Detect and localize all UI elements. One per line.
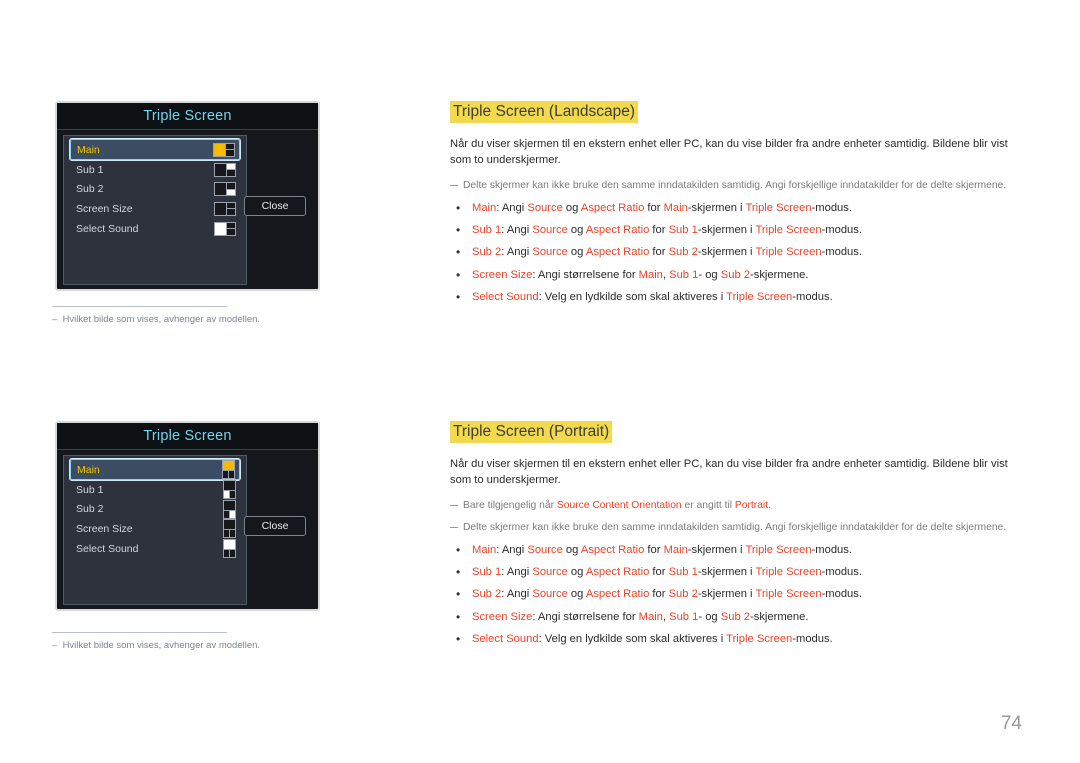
icon-cell-sub1 [226, 143, 234, 149]
close-button-landscape[interactable]: Close [244, 196, 306, 216]
divider [52, 306, 227, 307]
layout-main-highlighted-icon [222, 460, 235, 479]
osd-row-label: Sub 2 [76, 183, 104, 196]
icon-cell-sub1 [224, 510, 229, 518]
list-item-sub2: Sub 2: Angi Source og Aspect Ratio for S… [450, 244, 1012, 261]
icon-cell-sub1 [224, 491, 229, 499]
osd-menu-list-landscape: Main Sub 1 Sub 2 Screen Size Select Soun… [63, 135, 247, 285]
osd-row-sub1-portrait[interactable]: Sub 1 [70, 480, 240, 500]
icon-cell-sub1 [227, 183, 235, 189]
osd-row-label: Main [77, 463, 100, 476]
layout-screen-size-icon [223, 519, 236, 539]
page-title-landscape: Triple Screen (Landscape) [450, 101, 639, 124]
icon-cell-main [215, 202, 226, 215]
osd-row-label: Sub 2 [76, 503, 104, 516]
list-item-main: Main: Angi Source og Aspect Ratio for Ma… [450, 542, 1012, 559]
osd-row-main-portrait[interactable]: Main [69, 458, 241, 481]
icon-cell-sub2 [227, 170, 235, 176]
section-note-portrait-shared-source: Delte skjermer kan ikke bruke den samme … [450, 521, 1012, 536]
osd-row-main-landscape[interactable]: Main [69, 138, 241, 161]
osd-row-label: Select Sound [76, 222, 139, 235]
osd-dialog-landscape: Triple Screen Main Sub 1 Sub 2 Screen Si… [55, 101, 320, 291]
layout-sub1-highlighted-icon [214, 162, 236, 177]
osd-row-label: Select Sound [76, 542, 139, 555]
layout-screen-size-icon [214, 201, 236, 216]
osd-row-screen-size-landscape[interactable]: Screen Size [70, 199, 240, 219]
icon-cell-sub2 [227, 209, 235, 215]
figure-note-text: – Hvilket bilde som vises, avhenger av m… [52, 314, 261, 325]
osd-row-sub1-landscape[interactable]: Sub 1 [70, 160, 240, 180]
section-intro-landscape: Når du viser skjermen til en ekstern enh… [450, 138, 1008, 167]
icon-cell-main [215, 222, 226, 235]
figure-note-text: – Hvilket bilde som vises, avhenger av m… [52, 640, 261, 651]
list-item-screen-size: Screen Size: Angi størrelsene for Main, … [450, 609, 1012, 626]
section-intro-portrait: Når du viser skjermen til en ekstern enh… [450, 458, 1008, 487]
list-item-main: Main: Angi Source og Aspect Ratio for Ma… [450, 200, 1012, 217]
list-item-select-sound: Select Sound: Velg en lydkilde som skal … [450, 631, 1012, 648]
icon-cell-main [223, 461, 234, 470]
icon-cell-sub2 [227, 189, 235, 196]
section-note-portrait-availability: Bare tilgjengelig når Source Content Ori… [450, 499, 1012, 514]
layout-select-sound-icon [214, 221, 236, 236]
icon-cell-sub2 [230, 491, 235, 499]
osd-row-label: Screen Size [76, 202, 133, 215]
icon-cell-main [215, 163, 226, 176]
settings-list-landscape: Main: Angi Source og Aspect Ratio for Ma… [450, 200, 1012, 306]
osd-title-portrait: Triple Screen [57, 423, 318, 450]
osd-row-label: Sub 1 [76, 163, 104, 176]
icon-cell-main [224, 481, 235, 491]
icon-cell-sub2 [226, 150, 234, 156]
osd-body-landscape: Main Sub 1 Sub 2 Screen Size Select Soun… [57, 130, 318, 289]
list-item-sub1: Sub 1: Angi Source og Aspect Ratio for S… [450, 222, 1012, 239]
layout-sub1-highlighted-icon [223, 480, 236, 500]
divider [52, 632, 227, 633]
icon-cell-sub1 [224, 550, 229, 558]
osd-row-label: Main [77, 143, 100, 156]
list-item-select-sound: Select Sound: Velg en lydkilde som skal … [450, 289, 1012, 306]
close-button-portrait[interactable]: Close [244, 516, 306, 536]
osd-row-sub2-portrait[interactable]: Sub 2 [70, 499, 240, 520]
icon-cell-main [215, 183, 226, 196]
osd-body-portrait: Main Sub 1 Sub 2 Screen Size Select Soun… [57, 450, 318, 609]
section-landscape: Triple Screen (Landscape) Når du viser s… [450, 101, 1012, 312]
osd-dialog-portrait: Triple Screen Main Sub 1 Sub 2 Screen Si… [55, 421, 320, 611]
osd-menu-list-portrait: Main Sub 1 Sub 2 Screen Size Select Soun… [63, 455, 247, 605]
icon-cell-sub1 [227, 202, 235, 209]
list-item-screen-size: Screen Size: Angi størrelsene for Main, … [450, 267, 1012, 284]
icon-cell-sub2 [227, 229, 235, 235]
section-note-landscape: Delte skjermer kan ikke bruke den samme … [450, 179, 1012, 194]
icon-cell-main [214, 143, 225, 156]
osd-row-select-sound-landscape[interactable]: Select Sound [70, 219, 240, 239]
figure-note-landscape: – Hvilket bilde som vises, avhenger av m… [52, 306, 352, 325]
page-title-portrait: Triple Screen (Portrait) [450, 421, 613, 444]
icon-cell-main [224, 500, 235, 510]
settings-list-portrait: Main: Angi Source og Aspect Ratio for Ma… [450, 542, 1012, 648]
osd-row-screen-size-portrait[interactable]: Screen Size [70, 519, 240, 539]
osd-row-label: Sub 1 [76, 483, 104, 496]
figure-note-portrait: – Hvilket bilde som vises, avhenger av m… [52, 632, 352, 651]
icon-cell-sub1 [224, 530, 229, 538]
icon-cell-sub2 [230, 530, 235, 538]
page-number: 74 [1000, 713, 1022, 734]
icon-cell-sub1 [227, 222, 235, 229]
osd-title-landscape: Triple Screen [57, 103, 318, 130]
section-portrait: Triple Screen (Portrait) Når du viser sk… [450, 421, 1012, 654]
layout-sub2-highlighted-icon [223, 499, 236, 519]
manual-page: Triple Screen Main Sub 1 Sub 2 Screen Si… [0, 0, 1080, 763]
icon-cell-sub1 [227, 163, 235, 170]
icon-cell-sub2 [230, 510, 235, 518]
layout-main-highlighted-icon [213, 142, 235, 157]
osd-row-sub2-landscape[interactable]: Sub 2 [70, 180, 240, 200]
list-item-sub1: Sub 1: Angi Source og Aspect Ratio for S… [450, 564, 1012, 581]
icon-cell-sub2 [229, 471, 234, 478]
icon-cell-sub2 [230, 550, 235, 558]
icon-cell-main [224, 520, 235, 530]
osd-row-label: Screen Size [76, 522, 133, 535]
list-item-sub2: Sub 2: Angi Source og Aspect Ratio for S… [450, 586, 1012, 603]
icon-cell-sub1 [223, 471, 228, 478]
layout-select-sound-icon [223, 539, 236, 559]
icon-cell-main [224, 540, 235, 550]
layout-sub2-highlighted-icon [214, 182, 236, 197]
osd-row-select-sound-portrait[interactable]: Select Sound [70, 539, 240, 559]
